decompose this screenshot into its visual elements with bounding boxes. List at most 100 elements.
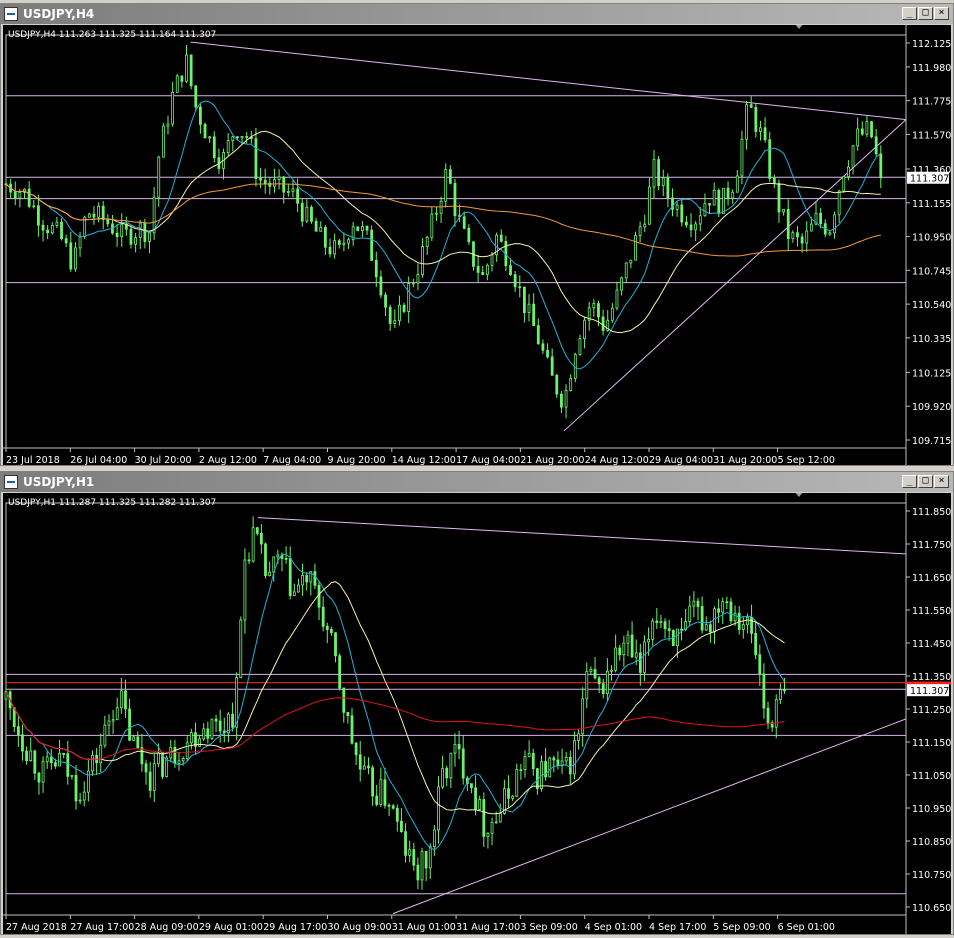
candle-body [490,821,494,834]
candle-body [614,647,618,671]
candle-body [115,232,119,238]
candle-body [64,238,68,244]
candle-body [404,831,407,856]
candle-body [610,669,613,672]
candle-body [421,246,424,275]
candle-body [657,159,661,186]
y-tick-label: 111.980 [912,63,951,74]
candle-body [300,202,304,222]
candle-body [181,757,185,762]
y-tick-label: 110.950 [912,233,951,244]
candle-body [585,671,589,700]
candle-body [758,654,762,675]
candle-body [21,734,24,752]
candle-body [115,707,119,721]
candle-body [297,584,300,593]
x-tick-label: 21 Aug 20:00 [520,455,584,465]
minimize-button[interactable]: _ [902,475,917,488]
candle-body [33,750,37,774]
maximize-button[interactable]: □ [918,7,933,20]
candle-body [226,140,230,153]
candle-body [103,724,107,746]
x-tick-label: 31 Aug 01:00 [392,922,456,933]
window-titlebar[interactable]: USDJPY,H4 _ □ × [1,4,953,24]
candle-body [37,205,40,226]
candle-body [494,821,498,824]
candle-body [374,260,378,278]
candle-body [247,559,251,562]
price-chart-h4[interactable]: 112.125111.980111.775111.570111.360111.1… [3,23,951,466]
candle-body [129,228,133,245]
chart-window-h4[interactable]: USDJPY,H4 _ □ × 112.125 111.980 111.775 111… [0,3,954,466]
candle-body [337,240,341,245]
y-tick-label: 111.350 [912,672,951,683]
chart-shift-marker[interactable] [794,491,804,497]
candle-body [408,849,412,856]
candle-body [610,307,614,321]
candle-body [138,222,142,238]
candle-body [350,715,354,744]
chart-info-label: USDJPY,H4 111.263 111.325 111.164 111.30… [8,30,216,40]
candle-body [445,767,449,779]
candle-body [370,229,374,261]
candle-body [412,849,416,866]
chart-shift-marker[interactable] [794,23,804,29]
candle-body [425,236,429,247]
candle-body [212,136,216,159]
y-tick-label: 111.550 [912,606,951,617]
minimize-button[interactable]: _ [902,7,917,20]
candle-body [78,799,82,802]
candle-body [592,303,596,309]
moving-average-line [5,581,785,815]
plot-frame [5,502,907,916]
chart-area[interactable]: 111.850 111.750 111.650 111.550 111.450 111.3… [3,491,951,934]
candle-body [277,176,281,180]
candle-body [879,153,883,179]
candle-body [140,747,144,765]
trendline[interactable] [563,119,907,432]
candle-body [395,807,399,822]
candle-body [546,349,549,358]
candle-body [74,774,78,802]
chart-area[interactable]: 112.125 111.980 111.775 111.570 111.360 111.1… [3,23,951,466]
candle-body [856,128,860,147]
y-tick-label: 111.650 [912,573,951,584]
candle-body [786,208,790,240]
candle-body [759,127,762,132]
plot-frame [5,34,907,449]
candle-body [435,212,438,215]
window-title: USDJPY,H4 [23,7,95,21]
candle-body [573,740,576,775]
candle-body [601,683,605,694]
candle-body [555,374,559,395]
candle-body [180,75,184,82]
candle-body [259,178,262,181]
maximize-button[interactable]: □ [918,475,933,488]
y-tick-label: 111.850 [912,507,951,518]
candle-body [688,605,692,622]
y-tick-label: 110.750 [912,870,951,881]
trendline[interactable] [257,517,907,555]
candle-body [731,191,735,199]
price-chart-h1[interactable]: 111.850 111.750 111.650 111.550 111.450 111.3… [3,491,951,934]
trendline[interactable] [392,718,907,915]
candle-body [698,215,702,225]
window-titlebar[interactable]: USDJPY,H1 _ □ × [1,472,953,492]
chart-window-h1[interactable]: USDJPY,H1 _ □ × 111.850 111.750 111.650 111… [0,471,954,935]
moving-average-line [5,183,881,257]
candle-body [171,91,175,125]
candle-body [101,205,105,220]
close-button[interactable]: × [934,7,949,20]
candle-body [675,204,679,210]
candle-body [87,213,91,218]
candle-body [27,188,31,207]
x-tick-label: 26 Jul 04:00 [70,455,127,465]
trendline[interactable] [190,41,907,121]
candle-body [210,718,214,739]
close-button[interactable]: × [934,475,949,488]
candle-body [722,187,725,214]
chart-info-label: USDJPY,H1 111.287 111.325 111.282 111.30… [8,498,216,508]
candle-body [601,316,605,331]
candle-body [360,226,364,231]
candle-body [97,205,100,218]
